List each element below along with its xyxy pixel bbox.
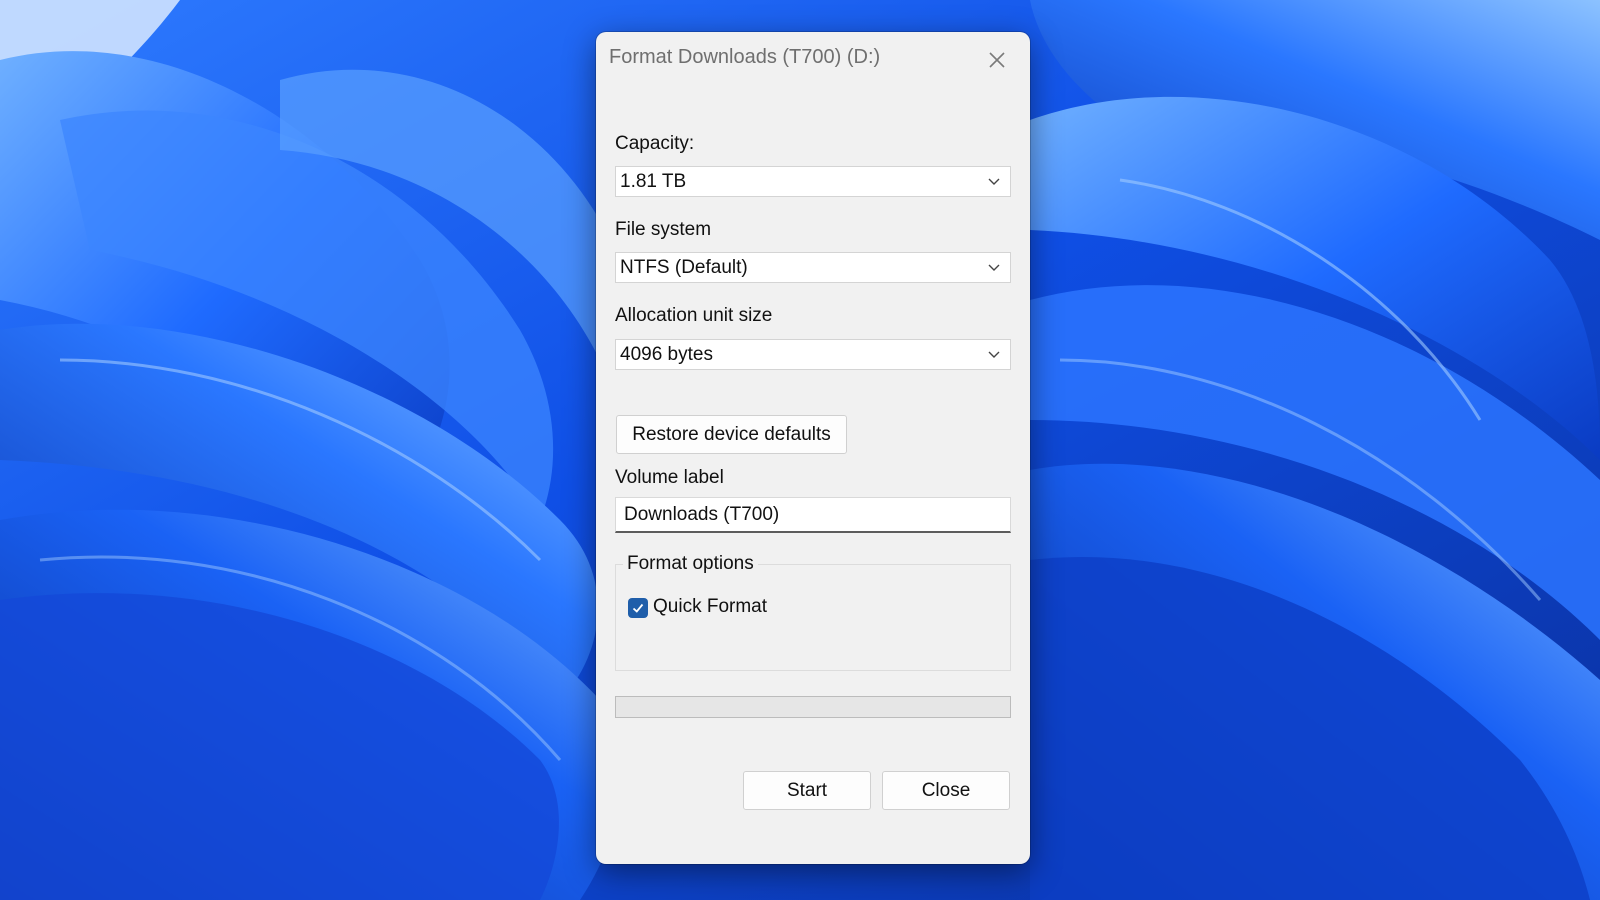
format-dialog: Format Downloads (T700) (D:) Capacity: 1… bbox=[596, 32, 1030, 864]
capacity-value: 1.81 TB bbox=[620, 171, 687, 192]
close-button[interactable]: Close bbox=[882, 771, 1010, 810]
file-system-value: NTFS (Default) bbox=[620, 257, 748, 278]
dialog-title: Format Downloads (T700) (D:) bbox=[609, 46, 881, 68]
checkmark-icon bbox=[632, 603, 644, 613]
close-window-button[interactable] bbox=[980, 44, 1014, 76]
capacity-dropdown[interactable]: 1.81 TB bbox=[615, 166, 1011, 197]
title-bar[interactable]: Format Downloads (T700) (D:) bbox=[596, 32, 1030, 84]
chevron-down-icon bbox=[988, 264, 1000, 271]
quick-format-checkbox[interactable] bbox=[628, 598, 648, 618]
format-options-title: Format options bbox=[623, 553, 758, 575]
chevron-down-icon bbox=[988, 351, 1000, 358]
file-system-dropdown[interactable]: NTFS (Default) bbox=[615, 252, 1011, 283]
chevron-down-icon bbox=[988, 178, 1000, 185]
close-icon bbox=[989, 52, 1005, 68]
restore-defaults-button[interactable]: Restore device defaults bbox=[616, 415, 847, 454]
format-progress-bar bbox=[615, 696, 1011, 718]
capacity-label: Capacity: bbox=[615, 133, 695, 154]
volume-label-input[interactable]: Downloads (T700) bbox=[615, 497, 1011, 533]
start-button[interactable]: Start bbox=[743, 771, 871, 810]
quick-format-label[interactable]: Quick Format bbox=[653, 596, 767, 618]
volume-label-value: Downloads (T700) bbox=[624, 504, 780, 525]
allocation-unit-dropdown[interactable]: 4096 bytes bbox=[615, 339, 1011, 370]
file-system-label: File system bbox=[615, 219, 712, 240]
allocation-unit-value: 4096 bytes bbox=[620, 344, 713, 365]
volume-label-caption: Volume label bbox=[615, 467, 724, 488]
allocation-unit-label: Allocation unit size bbox=[615, 305, 773, 326]
